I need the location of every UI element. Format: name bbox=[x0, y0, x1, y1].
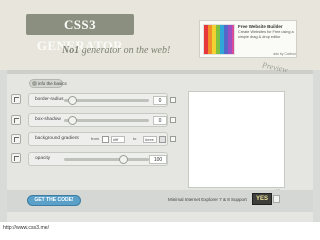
ie-support-text: Minimal Internet Explorer 7 & 8 Support bbox=[168, 197, 247, 202]
side-icon-border-radius[interactable] bbox=[11, 94, 21, 104]
ad-title[interactable]: Free Website Builder bbox=[238, 24, 296, 29]
opacity-slider[interactable] bbox=[64, 155, 149, 164]
border-radius-checkbox[interactable] bbox=[170, 97, 176, 103]
gradient-row: background gradient from #fff to #eee bbox=[28, 132, 168, 146]
box-shadow-slider[interactable] bbox=[64, 116, 149, 125]
box-shadow-checkbox[interactable] bbox=[170, 117, 176, 123]
carbon-ad[interactable]: Free Website Builder Create Websites for… bbox=[199, 20, 297, 58]
preview-box bbox=[188, 91, 285, 188]
browser-screenshot: CSS3 GENERATOR No1 generator on the web!… bbox=[0, 0, 320, 222]
box-shadow-row: box-shadow 0 bbox=[28, 113, 168, 127]
info-basics-label: info the basics bbox=[38, 81, 67, 86]
opacity-slider-handle[interactable] bbox=[119, 155, 128, 164]
opacity-row: opacity 100 bbox=[28, 152, 168, 166]
border-radius-value[interactable]: 0 bbox=[153, 96, 167, 105]
gradient-to-swatch[interactable] bbox=[159, 136, 166, 143]
piano-keys-image[interactable] bbox=[203, 24, 235, 55]
side-icon-opacity[interactable] bbox=[11, 153, 21, 163]
get-code-button[interactable]: GET THE CODE! bbox=[27, 195, 81, 206]
box-shadow-label: box-shadow bbox=[35, 117, 61, 122]
border-radius-row: border-radius 0 bbox=[28, 93, 168, 107]
side-icon-gradient[interactable] bbox=[11, 134, 21, 144]
border-radius-slider-handle[interactable] bbox=[68, 96, 77, 105]
gradient-from-swatch[interactable] bbox=[102, 136, 109, 143]
source-url[interactable]: http://www.css3.me/ bbox=[3, 225, 49, 231]
border-radius-label: border-radius bbox=[35, 97, 64, 102]
box-shadow-slider-handle[interactable] bbox=[68, 116, 77, 125]
ad-sponsor[interactable]: ads by Carbon bbox=[260, 52, 296, 56]
gradient-to-label: to bbox=[133, 136, 137, 141]
ie-support-badge[interactable]: YES bbox=[252, 193, 272, 205]
box-shadow-value[interactable]: 0 bbox=[153, 116, 167, 125]
gradient-label: background gradient bbox=[35, 136, 79, 141]
tagline-text: generator on the web! bbox=[81, 45, 171, 56]
gradient-to-input[interactable]: #eee bbox=[143, 136, 157, 143]
site-tagline: No1 generator on the web! bbox=[62, 44, 170, 58]
gradient-from-input[interactable]: #fff bbox=[111, 136, 125, 143]
gradient-checkbox[interactable] bbox=[170, 136, 176, 142]
opacity-label: opacity bbox=[35, 156, 51, 161]
gradient-from-label: from bbox=[91, 136, 99, 141]
ie-support-toggle[interactable] bbox=[273, 195, 280, 203]
info-basics-button[interactable]: info the basics bbox=[29, 79, 67, 88]
opacity-value[interactable]: 100 bbox=[149, 155, 167, 164]
slide: CSS3 GENERATOR No1 generator on the web!… bbox=[0, 0, 320, 240]
border-radius-slider[interactable] bbox=[64, 96, 149, 105]
side-icon-box-shadow[interactable] bbox=[11, 115, 21, 125]
info-icon bbox=[32, 81, 37, 86]
ad-text[interactable]: Create Websites for Free using a simple … bbox=[238, 30, 296, 39]
site-logo[interactable]: CSS3 GENERATOR bbox=[26, 14, 134, 53]
tagline-prefix: No1 bbox=[62, 45, 80, 56]
